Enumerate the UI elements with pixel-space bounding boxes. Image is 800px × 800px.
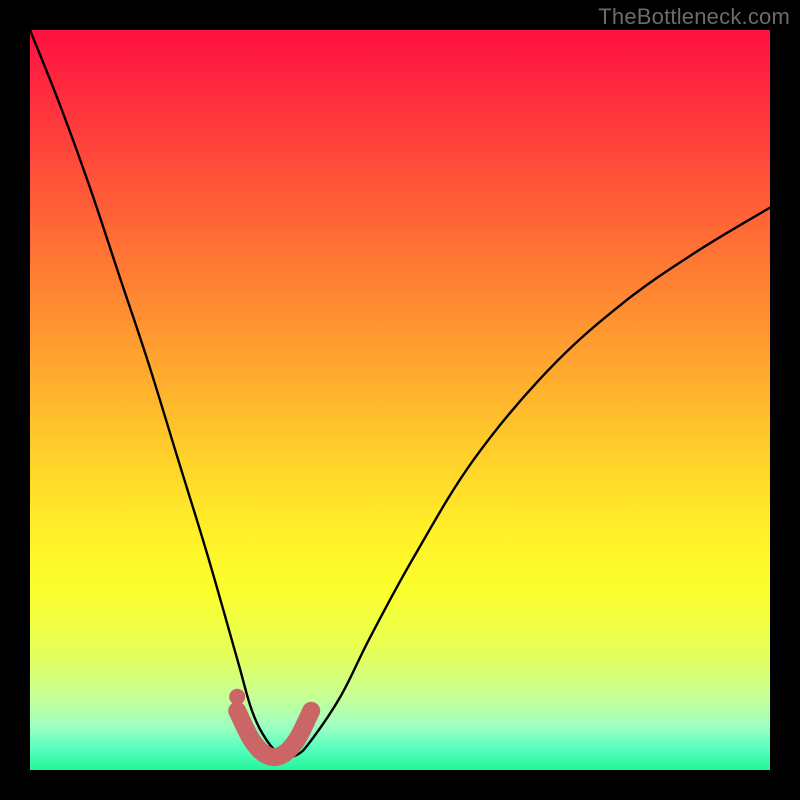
bottleneck-curve-path (30, 30, 770, 757)
highlight-path (237, 711, 311, 757)
curve-svg (30, 30, 770, 770)
plot-area (30, 30, 770, 770)
chart-frame: TheBottleneck.com (0, 0, 800, 800)
highlight-dot (229, 689, 245, 705)
watermark-text: TheBottleneck.com (598, 4, 790, 30)
